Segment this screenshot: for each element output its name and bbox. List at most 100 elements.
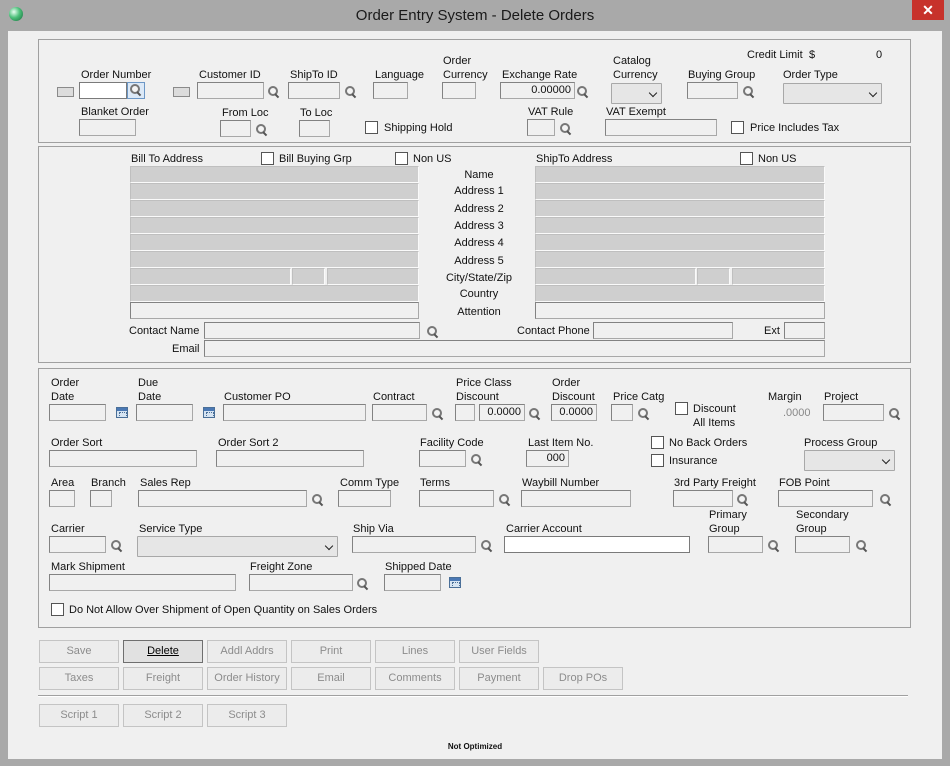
customer-id-toggle[interactable] — [173, 87, 190, 97]
service-type-dropdown[interactable] — [137, 536, 338, 557]
sales-rep-input[interactable] — [138, 490, 307, 507]
bill-name-input[interactable] — [130, 166, 419, 183]
ship-address3-input[interactable] — [535, 217, 825, 234]
branch-input[interactable] — [90, 490, 112, 507]
process-group-dropdown[interactable] — [804, 450, 895, 471]
no-back-orders-checkbox[interactable] — [651, 436, 664, 449]
bill-address1-input[interactable] — [130, 183, 419, 200]
ship-via-search-icon[interactable] — [481, 540, 493, 552]
third-party-freight-search-icon[interactable] — [737, 494, 749, 506]
ship-address1-input[interactable] — [535, 183, 825, 200]
payment-button[interactable]: Payment — [459, 667, 539, 690]
fob-point-input[interactable] — [778, 490, 873, 507]
price-includes-tax-checkbox[interactable] — [731, 121, 744, 134]
order-sort-input[interactable] — [49, 450, 197, 467]
script1-button[interactable]: Script 1 — [39, 704, 119, 727]
bill-buying-grp-checkbox[interactable] — [261, 152, 274, 165]
fob-point-search-icon[interactable] — [880, 494, 892, 506]
bill-address2-input[interactable] — [130, 200, 419, 217]
contract-input[interactable] — [372, 404, 427, 421]
vat-rule-input[interactable] — [527, 119, 555, 136]
order-currency-input[interactable] — [442, 82, 476, 99]
script3-button[interactable]: Script 3 — [207, 704, 287, 727]
buying-group-search-icon[interactable] — [743, 86, 755, 98]
comments-button[interactable]: Comments — [375, 667, 455, 690]
facility-code-search-icon[interactable] — [471, 454, 483, 466]
price-class-input[interactable] — [455, 404, 475, 421]
contact-name-input[interactable] — [204, 322, 420, 339]
contact-phone-input[interactable] — [593, 322, 733, 339]
bill-address5-input[interactable] — [130, 251, 419, 268]
carrier-search-icon[interactable] — [111, 540, 123, 552]
order-date-calendar-icon[interactable] — [116, 407, 128, 418]
facility-code-input[interactable] — [419, 450, 466, 467]
price-catg-search-icon[interactable] — [638, 408, 650, 420]
price-catg-input[interactable] — [611, 404, 633, 421]
save-button[interactable]: Save — [39, 640, 119, 663]
last-item-no-input[interactable]: 000 — [526, 450, 569, 467]
order-number-lookup-button[interactable] — [127, 82, 145, 99]
carrier-input[interactable] — [49, 536, 106, 553]
ship-address5-input[interactable] — [535, 251, 825, 268]
order-number-toggle[interactable] — [57, 87, 74, 97]
ext-input[interactable] — [784, 322, 825, 339]
no-over-shipment-checkbox[interactable] — [51, 603, 64, 616]
primary-group-search-icon[interactable] — [768, 540, 780, 552]
terms-input[interactable] — [419, 490, 494, 507]
order-type-dropdown[interactable] — [783, 83, 882, 104]
shipto-id-search-icon[interactable] — [345, 86, 357, 98]
ship-via-input[interactable] — [352, 536, 476, 553]
exchange-rate-input[interactable]: 0.00000 — [500, 82, 575, 99]
print-button[interactable]: Print — [291, 640, 371, 663]
vat-exempt-input[interactable] — [605, 119, 717, 136]
taxes-button[interactable]: Taxes — [39, 667, 119, 690]
bill-non-us-checkbox[interactable] — [395, 152, 408, 165]
ship-name-input[interactable] — [535, 166, 825, 183]
order-number-input[interactable] — [79, 82, 127, 99]
to-loc-input[interactable] — [299, 120, 330, 137]
from-loc-input[interactable] — [220, 120, 251, 137]
language-input[interactable] — [373, 82, 408, 99]
ship-non-us-checkbox[interactable] — [740, 152, 753, 165]
due-date-input[interactable] — [136, 404, 193, 421]
shipto-id-input[interactable] — [288, 82, 340, 99]
buying-group-input[interactable] — [687, 82, 738, 99]
customer-po-input[interactable] — [223, 404, 366, 421]
bill-state-input[interactable] — [292, 268, 325, 285]
comm-type-input[interactable] — [338, 490, 391, 507]
bill-city-input[interactable] — [130, 268, 291, 285]
due-date-calendar-icon[interactable] — [203, 407, 215, 418]
ship-zip-input[interactable] — [732, 268, 825, 285]
bill-address3-input[interactable] — [130, 217, 419, 234]
terms-search-icon[interactable] — [499, 494, 511, 506]
secondary-group-search-icon[interactable] — [856, 540, 868, 552]
email-button[interactable]: Email — [291, 667, 371, 690]
from-loc-search-icon[interactable] — [256, 124, 268, 136]
shipped-date-input[interactable] — [384, 574, 441, 591]
freight-zone-input[interactable] — [249, 574, 353, 591]
waybill-number-input[interactable] — [521, 490, 631, 507]
ship-address2-input[interactable] — [535, 200, 825, 217]
bill-address4-input[interactable] — [130, 234, 419, 251]
exchange-rate-search-icon[interactable] — [577, 86, 589, 98]
delete-button[interactable]: Delete — [123, 640, 203, 663]
secondary-group-input[interactable] — [795, 536, 850, 553]
addl-addrs-button[interactable]: Addl Addrs — [207, 640, 287, 663]
discount-all-items-checkbox[interactable] — [675, 402, 688, 415]
freight-button[interactable]: Freight — [123, 667, 203, 690]
mark-shipment-input[interactable] — [49, 574, 236, 591]
bill-zip-input[interactable] — [327, 268, 419, 285]
script2-button[interactable]: Script 2 — [123, 704, 203, 727]
email-input[interactable] — [204, 340, 825, 357]
bill-attention-input[interactable] — [130, 302, 419, 319]
order-date-input[interactable] — [49, 404, 106, 421]
sales-rep-search-icon[interactable] — [312, 494, 324, 506]
close-button[interactable]: ✕ — [912, 0, 944, 20]
freight-zone-search-icon[interactable] — [357, 578, 369, 590]
ship-city-input[interactable] — [535, 268, 696, 285]
shipping-hold-checkbox[interactable] — [365, 121, 378, 134]
shipped-date-calendar-icon[interactable] — [449, 577, 461, 588]
vat-rule-search-icon[interactable] — [560, 123, 572, 135]
catalog-currency-dropdown[interactable] — [611, 83, 662, 104]
bill-country-input[interactable] — [130, 285, 419, 302]
